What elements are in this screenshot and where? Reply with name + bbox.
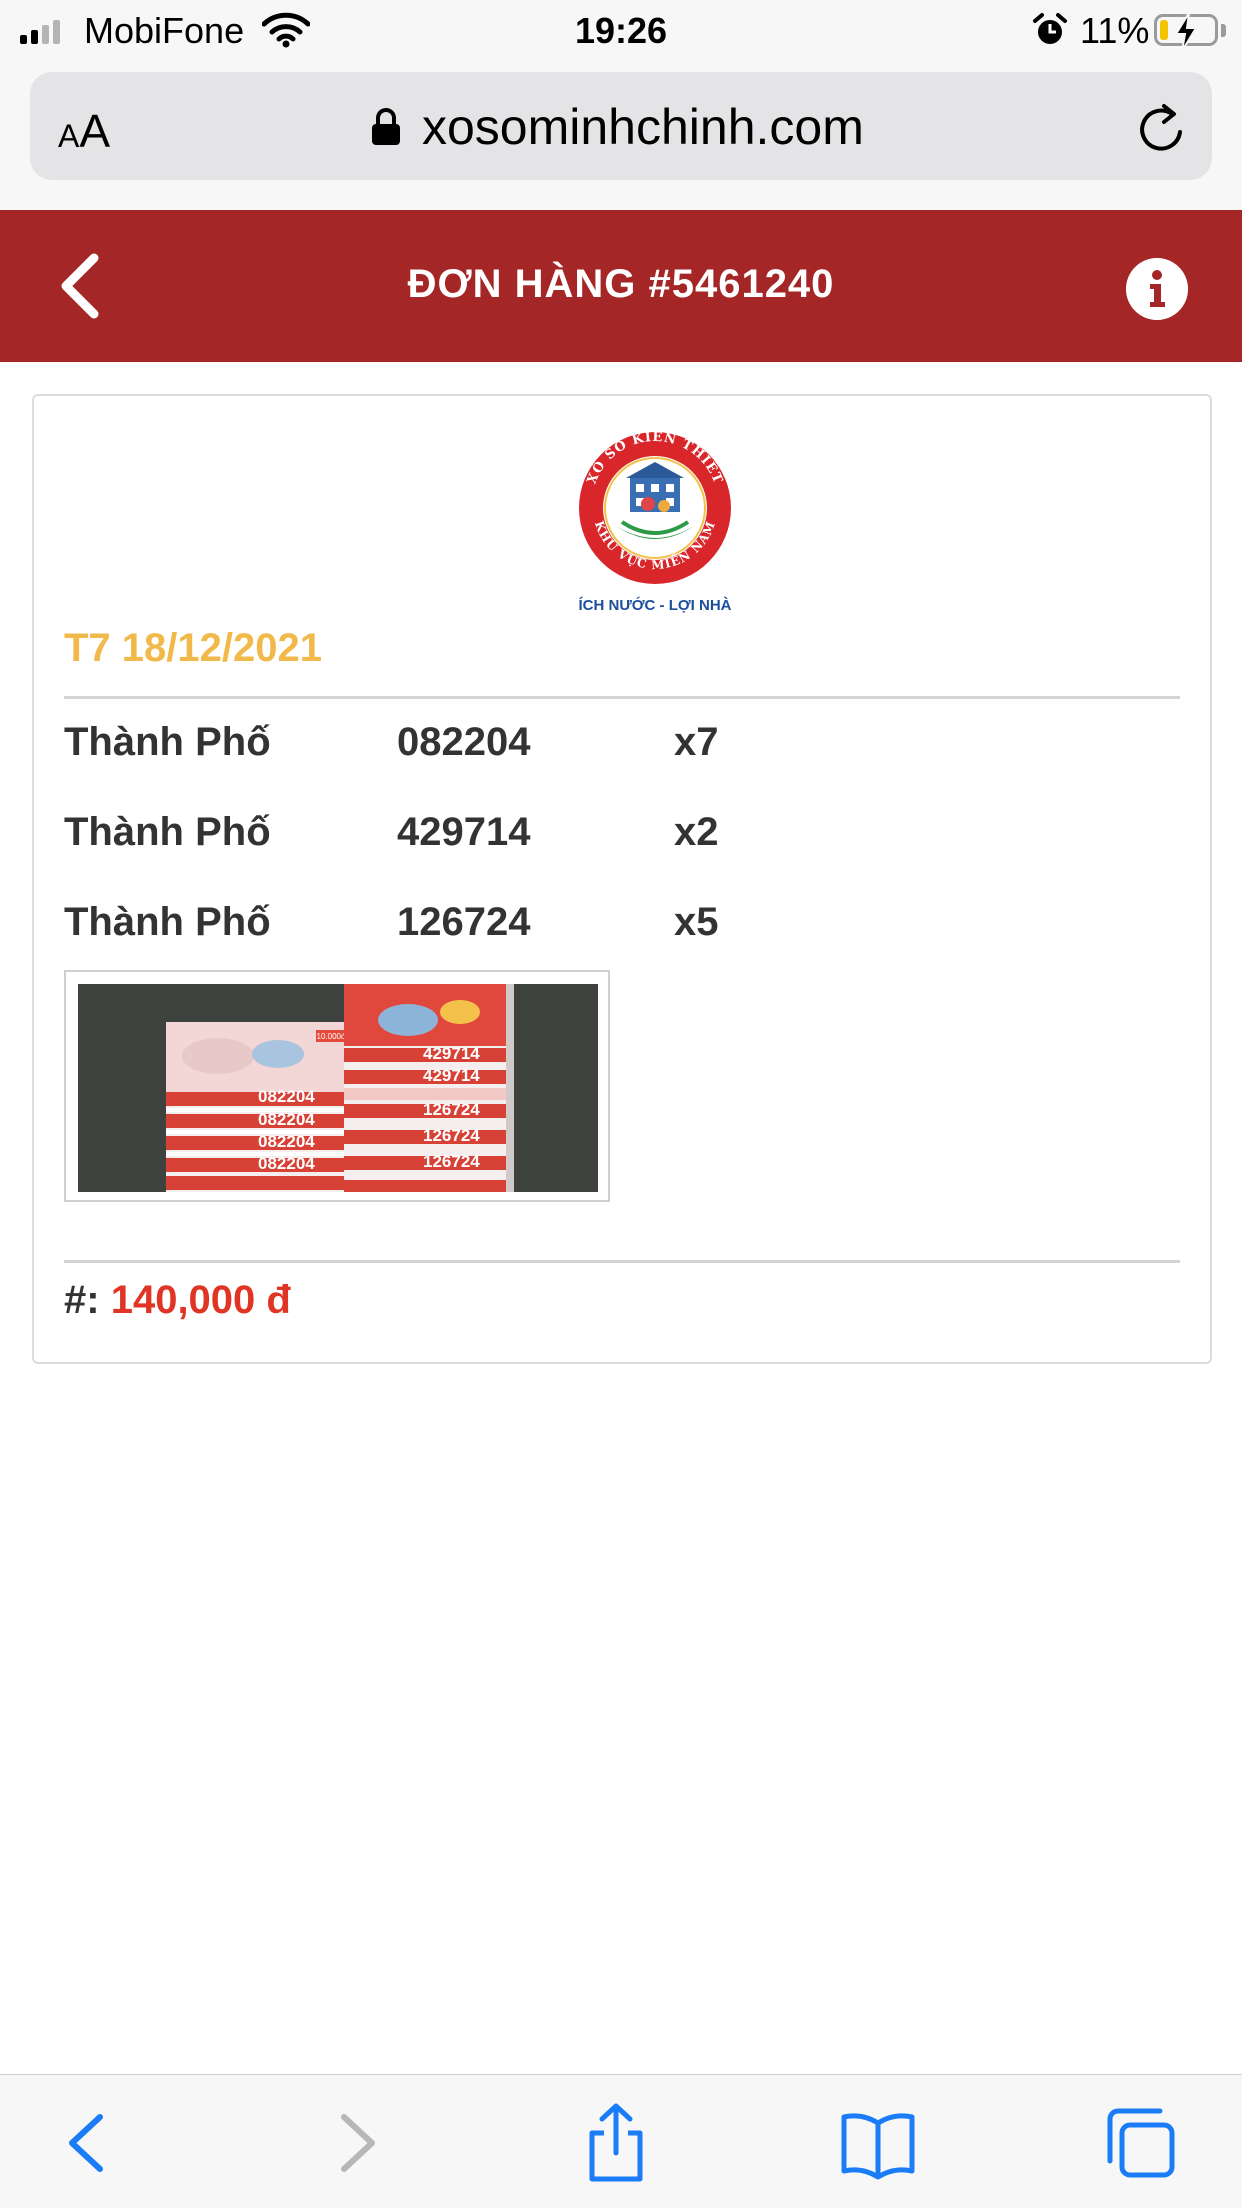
total-label: #: bbox=[64, 1278, 100, 1322]
status-bar: MobiFone 19:26 11% bbox=[0, 0, 1242, 62]
bookmarks-icon[interactable] bbox=[838, 2103, 918, 2183]
svg-text:429714: 429714 bbox=[423, 1066, 480, 1085]
lock-icon bbox=[372, 108, 400, 145]
tabs-icon[interactable] bbox=[1100, 2103, 1180, 2183]
info-icon[interactable] bbox=[1126, 258, 1188, 320]
page-title: ĐƠN HÀNG #5461240 bbox=[407, 262, 835, 306]
right-ticket-stack: 429714 429714 126724 126724 126724 bbox=[344, 984, 514, 1192]
divider bbox=[64, 1260, 1180, 1263]
svg-text:082204: 082204 bbox=[258, 1110, 315, 1129]
order-total: #: 140,000 đ bbox=[64, 1278, 291, 1323]
order-card: XỔ SỐ KIẾN THIẾT KHU VỰC MIỀN NAM ÍCH NƯ… bbox=[32, 394, 1212, 1364]
order-header: ĐƠN HÀNG #5461240 bbox=[0, 210, 1242, 362]
ticket-row: Thành Phố 429714 x2 bbox=[64, 810, 964, 870]
ticket-province: Thành Phố bbox=[64, 810, 271, 854]
reload-icon[interactable] bbox=[1136, 102, 1186, 156]
svg-text:429714: 429714 bbox=[423, 1044, 480, 1063]
svg-text:10.000đ: 10.000đ bbox=[317, 1032, 346, 1041]
battery-tip bbox=[1221, 24, 1226, 37]
draw-date: T7 18/12/2021 bbox=[64, 626, 322, 670]
left-ticket-stack: 10.000đ 082204 082204 082204 082204 bbox=[166, 1022, 352, 1192]
logo-slogan: ÍCH NƯỚC - LỢI NHÀ bbox=[578, 596, 731, 614]
ticket-quantity: x2 bbox=[674, 810, 719, 854]
battery-percent: 11% bbox=[1080, 10, 1150, 51]
ticket-row: Thành Phố 126724 x5 bbox=[64, 900, 964, 960]
url-text[interactable]: xosominhchinh.com bbox=[422, 98, 864, 156]
svg-text:082204: 082204 bbox=[258, 1087, 315, 1106]
text-size-button[interactable]: AA bbox=[58, 104, 110, 158]
svg-text:082204: 082204 bbox=[258, 1154, 315, 1173]
total-amount: 140,000 đ bbox=[110, 1278, 291, 1322]
divider bbox=[64, 696, 1180, 699]
ticket-number: 429714 bbox=[397, 810, 531, 854]
address-bar[interactable]: AA xosominhchinh.com bbox=[30, 72, 1212, 180]
svg-text:126724: 126724 bbox=[423, 1152, 480, 1171]
ticket-photo: 10.000đ 082204 082204 082204 082204 4297… bbox=[78, 984, 598, 1192]
svg-text:126724: 126724 bbox=[423, 1100, 480, 1119]
ticket-row: Thành Phố 082204 x7 bbox=[64, 720, 964, 780]
alarm-icon bbox=[1033, 13, 1067, 44]
share-icon[interactable] bbox=[576, 2103, 656, 2183]
ticket-photo-thumbnail[interactable]: 10.000đ 082204 082204 082204 082204 4297… bbox=[64, 970, 610, 1202]
svg-text:082204: 082204 bbox=[258, 1132, 315, 1151]
lottery-logo: XỔ SỐ KIẾN THIẾT KHU VỰC MIỀN NAM ÍCH NƯ… bbox=[578, 427, 731, 614]
battery-charging-icon bbox=[1154, 12, 1218, 52]
browser-address-area: AA xosominhchinh.com bbox=[0, 62, 1242, 210]
back-icon[interactable] bbox=[48, 2103, 128, 2183]
forward-icon[interactable] bbox=[316, 2103, 396, 2183]
ticket-number: 082204 bbox=[397, 720, 531, 764]
ticket-province: Thành Phố bbox=[64, 900, 271, 944]
ticket-quantity: x7 bbox=[674, 720, 719, 764]
ticket-quantity: x5 bbox=[674, 900, 719, 944]
ticket-province: Thành Phố bbox=[64, 720, 271, 764]
browser-toolbar bbox=[0, 2074, 1242, 2208]
ticket-number: 126724 bbox=[397, 900, 531, 944]
svg-text:126724: 126724 bbox=[423, 1126, 480, 1145]
